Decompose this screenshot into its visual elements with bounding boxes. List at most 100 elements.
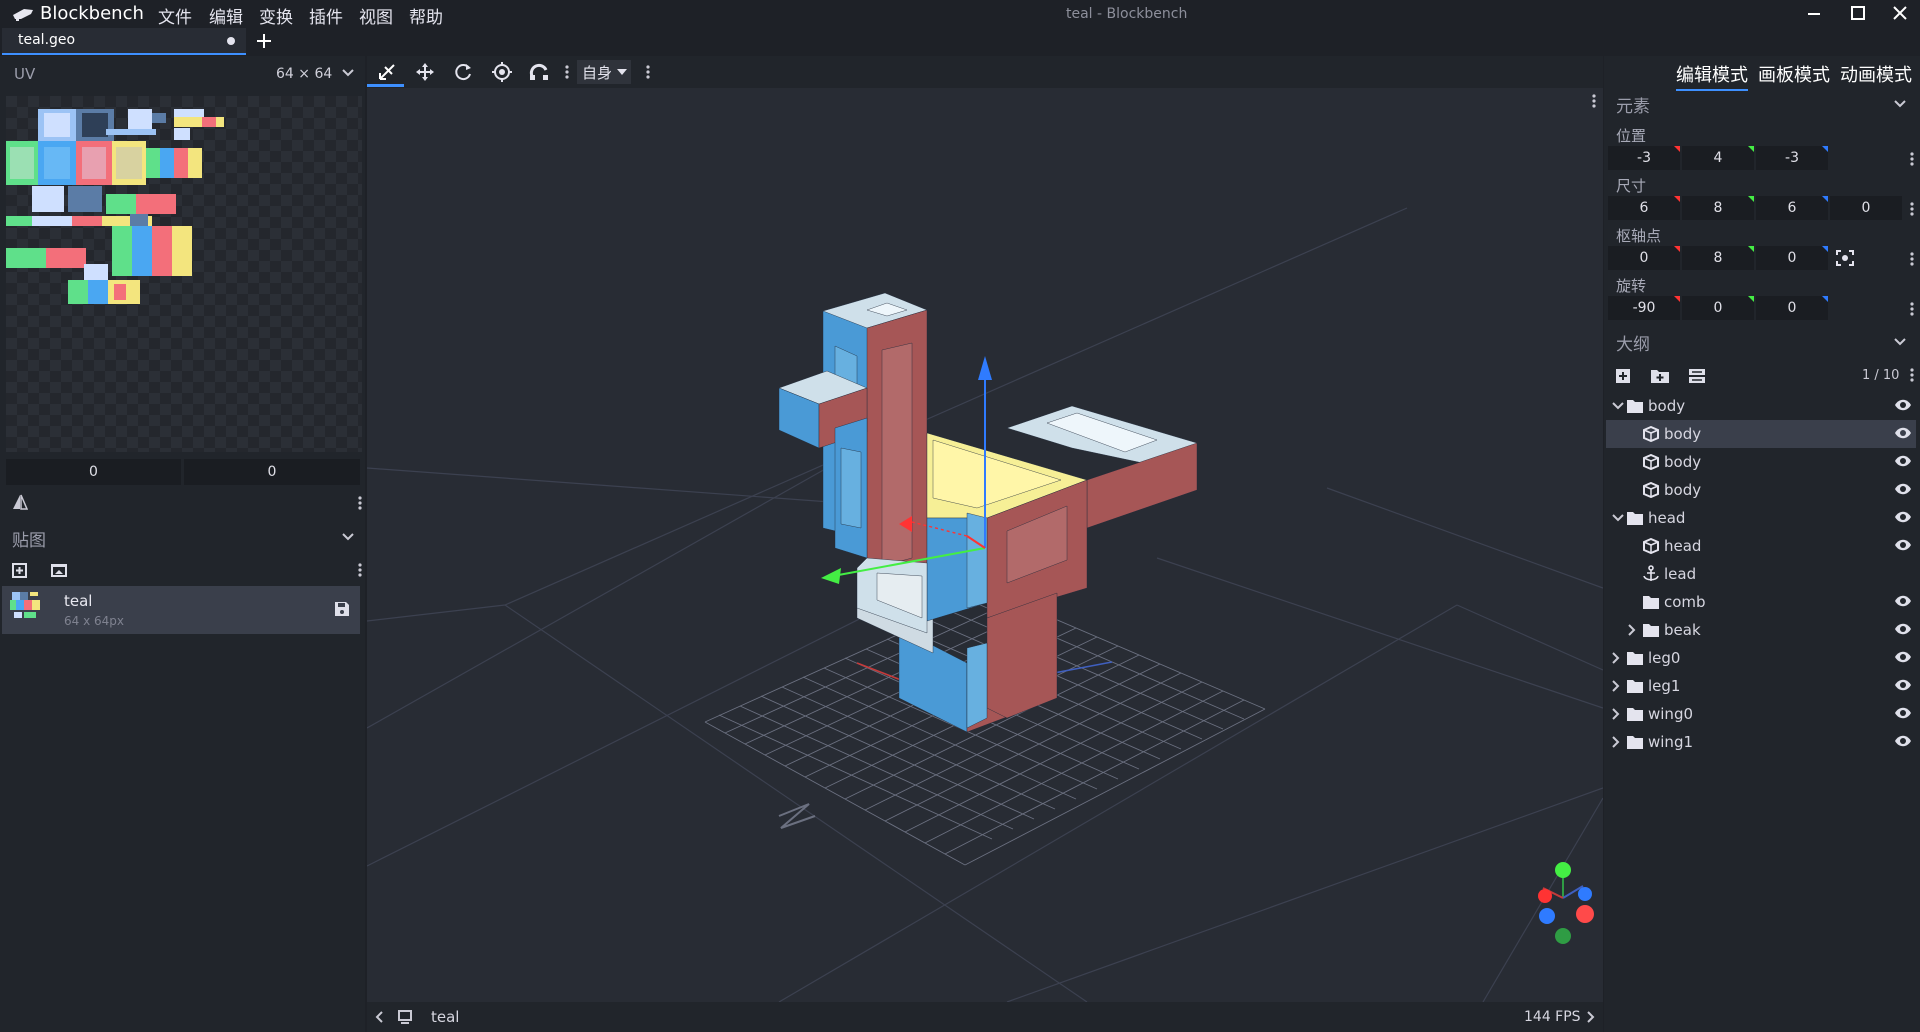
visibility-eye-icon[interactable] xyxy=(1894,706,1911,722)
uv-menu-dots-icon[interactable] xyxy=(358,496,362,510)
menu-plugins[interactable]: 插件 xyxy=(309,3,343,28)
save-texture-icon[interactable] xyxy=(334,601,350,617)
add-group-icon[interactable] xyxy=(1650,367,1670,385)
pivot-z-field[interactable]: 0 xyxy=(1756,246,1828,270)
maximize-icon[interactable] xyxy=(1850,5,1866,21)
pivot-x-field[interactable]: 0 xyxy=(1608,246,1680,270)
visibility-eye-icon[interactable] xyxy=(1894,734,1911,750)
transform-space-select[interactable]: 自身 xyxy=(577,60,631,84)
chevron-down-icon[interactable] xyxy=(1894,100,1906,108)
uv-offset-x[interactable]: 0 xyxy=(6,459,181,485)
menu-view[interactable]: 视图 xyxy=(359,3,393,28)
visibility-eye-icon[interactable] xyxy=(1894,678,1911,694)
chevron-right-icon[interactable] xyxy=(1612,708,1620,720)
outliner-menu-dots-icon[interactable] xyxy=(1910,368,1914,382)
textures-panel-title: 贴图 xyxy=(12,531,46,551)
new-tab-plus-icon[interactable] xyxy=(256,33,272,49)
menu-edit[interactable]: 编辑 xyxy=(209,3,243,28)
chevron-right-icon[interactable] xyxy=(1612,736,1620,748)
mirror-uv-icon[interactable] xyxy=(12,494,28,510)
chicken-model[interactable] xyxy=(778,292,1198,733)
mode-animate[interactable]: 动画模式 xyxy=(1840,61,1912,87)
position-x-field[interactable]: -3 xyxy=(1608,146,1680,170)
outliner-cube-body[interactable]: body xyxy=(1606,420,1916,448)
select-tool-icon[interactable] xyxy=(377,62,397,82)
size-menu-dots-icon[interactable] xyxy=(1910,202,1914,216)
uv-editor-canvas[interactable] xyxy=(6,96,362,452)
chevron-down-icon[interactable] xyxy=(1894,338,1906,346)
size-x-field[interactable]: 6 xyxy=(1608,196,1680,220)
textures-menu-dots-icon[interactable] xyxy=(358,563,362,577)
size-z-field[interactable]: 6 xyxy=(1756,196,1828,220)
menu-file[interactable]: 文件 xyxy=(158,3,192,28)
visibility-eye-icon[interactable] xyxy=(1894,454,1911,470)
visibility-eye-icon[interactable] xyxy=(1894,426,1911,442)
add-cube-icon[interactable] xyxy=(1614,367,1632,385)
collapse-all-icon[interactable] xyxy=(1688,367,1706,385)
outliner-cube-body[interactable]: body xyxy=(1606,476,1916,504)
visibility-eye-icon[interactable] xyxy=(1894,594,1911,610)
position-z-field[interactable]: -3 xyxy=(1756,146,1828,170)
toolbar-menu-dots-icon[interactable] xyxy=(646,65,650,79)
chevron-down-icon[interactable] xyxy=(342,533,354,541)
chevron-right-icon[interactable] xyxy=(1612,680,1620,692)
orientation-gizmo[interactable] xyxy=(1538,862,1594,944)
viewport-menu-dots-icon[interactable] xyxy=(1592,94,1596,108)
import-texture-icon[interactable] xyxy=(50,562,68,578)
inflate-field[interactable]: 0 xyxy=(1830,196,1902,220)
visibility-eye-icon[interactable] xyxy=(1894,398,1911,414)
chevron-down-icon[interactable] xyxy=(342,69,354,77)
visibility-eye-icon[interactable] xyxy=(1894,482,1911,498)
visibility-eye-icon[interactable] xyxy=(1894,622,1911,638)
rotation-y-field[interactable]: 0 xyxy=(1682,296,1754,320)
visibility-eye-icon[interactable] xyxy=(1894,510,1911,526)
unsaved-dot-icon xyxy=(227,37,235,45)
vertex-snap-tool-icon[interactable] xyxy=(529,62,551,82)
minimize-icon[interactable] xyxy=(1806,6,1822,22)
3d-viewport[interactable] xyxy=(367,88,1603,1002)
outliner-group-leg0[interactable]: leg0 xyxy=(1606,644,1916,672)
rotation-z-field[interactable]: 0 xyxy=(1756,296,1828,320)
texture-list-item[interactable]: teal 64 x 64px xyxy=(2,586,360,634)
close-icon[interactable] xyxy=(1892,5,1908,21)
position-menu-dots-icon[interactable] xyxy=(1910,152,1914,166)
left-panel: UV 64 × 64 0 0 贴图 teal 64 x 64px xyxy=(0,56,365,1032)
menu-transform[interactable]: 变换 xyxy=(259,3,293,28)
rotate-tool-icon[interactable] xyxy=(454,62,474,82)
outliner-group-head[interactable]: head xyxy=(1606,504,1916,532)
size-y-field[interactable]: 8 xyxy=(1682,196,1754,220)
toolbar-menu-dots-icon[interactable] xyxy=(565,65,569,79)
outliner-locator-lead[interactable]: lead xyxy=(1606,560,1916,588)
chevron-left-icon[interactable] xyxy=(375,1011,383,1023)
pivot-tool-icon[interactable] xyxy=(492,62,512,82)
chevron-down-icon[interactable] xyxy=(1612,402,1624,410)
outliner-group-beak[interactable]: beak xyxy=(1606,616,1916,644)
outliner-cube-head[interactable]: head xyxy=(1606,532,1916,560)
pivot-y-field[interactable]: 8 xyxy=(1682,246,1754,270)
outliner-group-wing0[interactable]: wing0 xyxy=(1606,700,1916,728)
visibility-eye-icon[interactable] xyxy=(1894,538,1911,554)
center-pivot-icon[interactable] xyxy=(1836,250,1854,266)
tab-teal-geo[interactable]: teal.geo xyxy=(2,28,246,55)
outliner-group-wing1[interactable]: wing1 xyxy=(1606,728,1916,756)
uv-size-select[interactable]: 64 × 64 xyxy=(276,66,332,82)
uv-offset-y[interactable]: 0 xyxy=(184,459,360,485)
position-y-field[interactable]: 4 xyxy=(1682,146,1754,170)
chevron-right-icon[interactable] xyxy=(1587,1011,1595,1023)
outliner-group-leg1[interactable]: leg1 xyxy=(1606,672,1916,700)
visibility-eye-icon[interactable] xyxy=(1894,650,1911,666)
chevron-right-icon[interactable] xyxy=(1628,624,1636,636)
outliner-group-body[interactable]: body xyxy=(1606,392,1916,420)
menu-help[interactable]: 帮助 xyxy=(409,3,443,28)
mode-edit[interactable]: 编辑模式 xyxy=(1676,61,1748,91)
move-tool-icon[interactable] xyxy=(415,62,435,82)
rotation-x-field[interactable]: -90 xyxy=(1608,296,1680,320)
outliner-cube-body[interactable]: body xyxy=(1606,448,1916,476)
rotation-menu-dots-icon[interactable] xyxy=(1910,302,1914,316)
add-texture-icon[interactable] xyxy=(11,561,29,579)
mode-paint[interactable]: 画板模式 xyxy=(1758,61,1830,87)
chevron-right-icon[interactable] xyxy=(1612,652,1620,664)
pivot-menu-dots-icon[interactable] xyxy=(1910,252,1914,266)
chevron-down-icon[interactable] xyxy=(1612,514,1624,522)
outliner-group-comb[interactable]: comb xyxy=(1606,588,1916,616)
